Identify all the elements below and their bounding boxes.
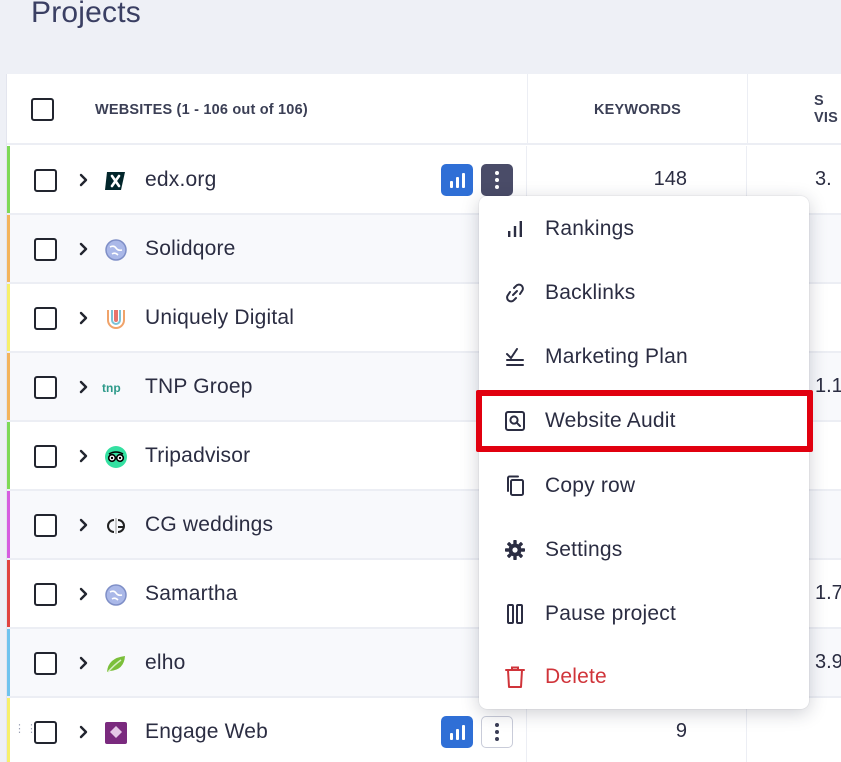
row-color-bar [7, 353, 10, 420]
edx-logo-icon [104, 169, 128, 193]
chevron-right-icon[interactable] [77, 652, 91, 674]
more-options-button[interactable] [481, 164, 513, 196]
svg-text:tnp: tnp [102, 381, 121, 395]
row-checkbox[interactable] [34, 445, 57, 468]
menu-item-settings[interactable]: Settings [479, 525, 809, 575]
chevron-right-icon[interactable] [77, 514, 91, 536]
row-checkbox[interactable] [34, 583, 57, 606]
tripadvisor-logo-icon [104, 445, 128, 469]
menu-item-pause-project[interactable]: Pause project [479, 589, 809, 639]
visits-value: 3. [815, 168, 832, 190]
chevron-right-icon[interactable] [77, 583, 91, 605]
menu-item-label: Marketing Plan [545, 345, 688, 368]
table-header: WEBSITES (1 - 106 out of 106) KEYWORDS S… [7, 74, 841, 145]
globe-icon [104, 583, 128, 607]
tnp-logo-icon: tnp [102, 376, 132, 400]
checklist-icon [503, 345, 527, 369]
row-checkbox[interactable] [34, 238, 57, 261]
menu-item-label: Backlinks [545, 281, 636, 304]
more-options-button[interactable] [481, 716, 513, 748]
menu-item-website-audit[interactable]: Website Audit [479, 396, 809, 446]
keywords-column-header[interactable]: KEYWORDS [527, 74, 747, 145]
rankings-chart-button[interactable] [441, 716, 473, 748]
menu-item-label: Pause project [545, 602, 677, 625]
row-color-bar [7, 560, 10, 627]
leaf-logo-icon [104, 652, 128, 676]
menu-item-label: Settings [545, 538, 623, 561]
link-icon [503, 281, 527, 305]
gear-icon [503, 538, 527, 562]
bar-chart-icon [503, 217, 527, 241]
row-color-bar [7, 698, 10, 762]
menu-item-backlinks[interactable]: Backlinks [479, 268, 809, 318]
row-color-bar [7, 491, 10, 558]
row-checkbox[interactable] [34, 721, 57, 744]
select-all-checkbox[interactable] [31, 98, 54, 121]
cg-logo-icon [104, 514, 128, 538]
website-name[interactable]: CG weddings [145, 513, 273, 537]
website-name[interactable]: Solidqore [145, 237, 236, 261]
chevron-right-icon[interactable] [77, 238, 91, 260]
menu-item-label: Delete [545, 665, 607, 688]
menu-item-marketing-plan[interactable]: Marketing Plan [479, 332, 809, 382]
keywords-value: 9 [675, 720, 687, 742]
row-context-menu: Rankings Backlinks Marketing Plan Websit… [479, 196, 809, 709]
keywords-value: 148 [653, 168, 687, 190]
menu-item-copy-row[interactable]: Copy row [479, 461, 809, 511]
trash-icon [503, 665, 527, 689]
row-checkbox[interactable] [34, 307, 57, 330]
pause-icon [503, 602, 527, 626]
visits-value: 3.95 [815, 651, 841, 673]
visits-column-header[interactable]: S VIS [747, 74, 841, 145]
chevron-right-icon[interactable] [77, 307, 91, 329]
website-name[interactable]: Engage Web [145, 720, 268, 744]
copy-icon [503, 474, 527, 498]
row-color-bar [7, 284, 10, 351]
chevron-right-icon[interactable] [77, 376, 91, 398]
row-checkbox[interactable] [34, 514, 57, 537]
websites-column-header[interactable]: WEBSITES (1 - 106 out of 106) [95, 74, 308, 145]
menu-item-label: Rankings [545, 217, 635, 240]
row-color-bar [7, 215, 10, 282]
website-name[interactable]: Tripadvisor [145, 444, 250, 468]
website-name[interactable]: edx.org [145, 168, 216, 192]
visits-header-line1: S [814, 92, 824, 109]
globe-icon [104, 238, 128, 262]
row-checkbox[interactable] [34, 376, 57, 399]
chevron-right-icon[interactable] [77, 445, 91, 467]
website-name[interactable]: TNP Groep [145, 375, 253, 399]
visits-value: 1.79 [815, 582, 841, 604]
row-color-bar [7, 422, 10, 489]
row-color-bar [7, 629, 10, 696]
engage-logo-icon [104, 721, 128, 745]
menu-item-delete[interactable]: Delete [479, 652, 809, 702]
audit-search-icon [503, 409, 527, 433]
menu-item-label: Copy row [545, 474, 636, 497]
rankings-chart-button[interactable] [441, 164, 473, 196]
visits-header-line2: VIS [814, 109, 838, 126]
visits-value: 1.18 [815, 375, 841, 397]
drag-handle-icon[interactable]: ⋮⋮ [14, 724, 37, 738]
website-name[interactable]: Uniquely Digital [145, 306, 294, 330]
menu-item-rankings[interactable]: Rankings [479, 204, 809, 254]
page-title: Projects [31, 0, 141, 29]
website-name[interactable]: Samartha [145, 582, 238, 606]
uniquely-logo-icon [104, 307, 128, 331]
menu-item-label: Website Audit [545, 409, 676, 432]
chevron-right-icon[interactable] [77, 721, 91, 743]
select-all-cell [31, 74, 54, 145]
row-checkbox[interactable] [34, 652, 57, 675]
row-color-bar [7, 146, 10, 213]
website-name[interactable]: elho [145, 651, 186, 675]
row-checkbox[interactable] [34, 169, 57, 192]
chevron-right-icon[interactable] [77, 169, 91, 191]
